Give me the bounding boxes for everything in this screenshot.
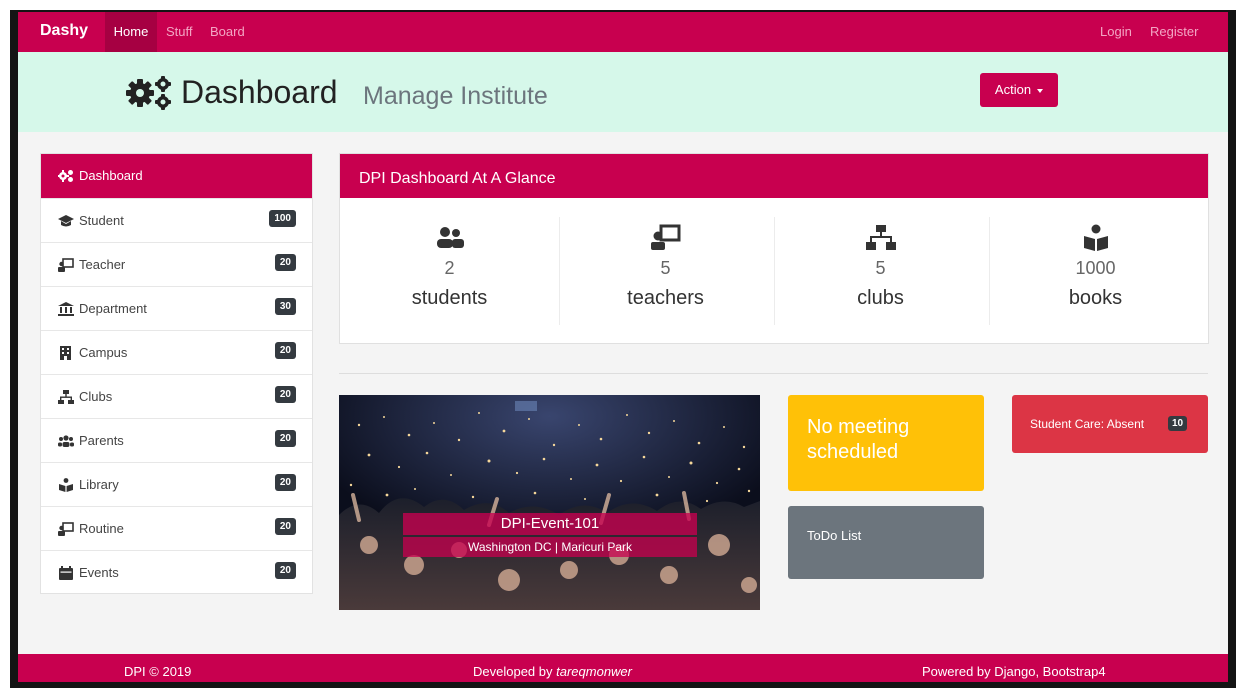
divider bbox=[339, 373, 1208, 374]
event-title: DPI-Event-101 bbox=[403, 513, 697, 535]
footer-developed: Developed by tareqmonwer bbox=[473, 664, 632, 679]
book-reader-icon bbox=[1083, 224, 1108, 251]
footer: DPI © 2019 Developed by tareqmonwer Powe… bbox=[18, 654, 1228, 682]
navbar: Dashy Home Stuff Board Login Register bbox=[18, 12, 1228, 52]
stat-label: books bbox=[1068, 287, 1123, 309]
user-friends-icon bbox=[436, 227, 464, 248]
sidebar-item-label: Campus bbox=[79, 345, 128, 360]
sidebar-item-clubs[interactable]: Clubs 20 bbox=[41, 374, 312, 419]
sidebar-item-dashboard[interactable]: Dashboard bbox=[41, 154, 312, 198]
absent-label: Student Care: Absent bbox=[1030, 417, 1145, 431]
caret-down-icon bbox=[1037, 88, 1044, 93]
sidebar-item-label: Student bbox=[79, 213, 124, 228]
stat-label: students bbox=[411, 287, 488, 309]
users-icon bbox=[58, 435, 74, 447]
sitemap-icon bbox=[58, 390, 74, 404]
sidebar-item-library[interactable]: Library 20 bbox=[41, 462, 312, 507]
action-label: Action bbox=[994, 82, 1032, 97]
chalkboard-teacher-icon bbox=[58, 522, 74, 536]
count-badge: 20 bbox=[274, 562, 296, 579]
cogs-icon bbox=[58, 170, 73, 182]
sidebar-item-label: Routine bbox=[79, 521, 124, 536]
count-badge: 20 bbox=[274, 518, 296, 535]
nav-stuff[interactable]: Stuff bbox=[166, 12, 193, 52]
university-icon bbox=[58, 302, 74, 316]
book-reader-icon bbox=[59, 478, 73, 492]
count-badge: 20 bbox=[274, 474, 296, 491]
count-badge: 20 bbox=[274, 342, 296, 359]
count-badge: 100 bbox=[269, 210, 296, 227]
sidebar-item-campus[interactable]: Campus 20 bbox=[41, 330, 312, 375]
sidebar: Dashboard Student 100 Teacher 20 Departm… bbox=[40, 153, 313, 594]
graduation-cap-icon bbox=[58, 215, 74, 227]
event-carousel[interactable]: DPI-Event-101 Washington DC | Maricuri P… bbox=[339, 395, 760, 610]
absent-card[interactable]: Student Care: Absent 10 bbox=[1012, 395, 1208, 453]
footer-copyright: DPI © 2019 bbox=[124, 664, 192, 679]
stat-value: 2 bbox=[444, 258, 455, 278]
count-badge: 20 bbox=[274, 386, 296, 403]
stat-clubs[interactable]: 5 clubs bbox=[773, 218, 988, 326]
glance-title: DPI Dashboard At A Glance bbox=[340, 154, 1208, 198]
page-header: Dashboard Manage Institute Action bbox=[18, 52, 1228, 132]
event-location: Washington DC | Maricuri Park bbox=[403, 537, 697, 557]
meeting-card[interactable]: No meeting scheduled bbox=[788, 395, 984, 491]
sidebar-item-teacher[interactable]: Teacher 20 bbox=[41, 242, 312, 287]
sitemap-icon bbox=[865, 225, 896, 250]
brand-logo[interactable]: Dashy bbox=[40, 22, 88, 40]
stat-books[interactable]: 1000 books bbox=[988, 218, 1203, 326]
sidebar-item-label: Parents bbox=[79, 433, 124, 448]
sidebar-item-parents[interactable]: Parents 20 bbox=[41, 418, 312, 463]
footer-powered: Powered by Django, Bootstrap4 bbox=[922, 664, 1106, 679]
stat-students[interactable]: 2 students bbox=[342, 218, 557, 326]
stat-value: 5 bbox=[660, 258, 671, 278]
nav-home[interactable]: Home bbox=[105, 12, 157, 52]
stat-label: clubs bbox=[857, 287, 904, 309]
chalkboard-teacher-icon bbox=[58, 258, 74, 272]
footer-developed-prefix: Developed by bbox=[473, 664, 553, 679]
glance-panel: DPI Dashboard At A Glance 2 students 5 t… bbox=[339, 153, 1209, 344]
sidebar-item-events[interactable]: Events 20 bbox=[41, 550, 312, 595]
sidebar-item-label: Teacher bbox=[79, 257, 126, 272]
nav-register[interactable]: Register bbox=[1150, 12, 1198, 52]
sidebar-item-label: Library bbox=[79, 477, 119, 492]
todo-card[interactable]: ToDo List bbox=[788, 506, 984, 579]
calendar-icon bbox=[59, 566, 73, 580]
nav-login[interactable]: Login bbox=[1100, 12, 1132, 52]
chalkboard-teacher-icon bbox=[650, 224, 680, 250]
todo-text: ToDo List bbox=[807, 528, 862, 543]
stat-teachers[interactable]: 5 teachers bbox=[558, 218, 773, 326]
sidebar-item-label: Department bbox=[79, 301, 147, 316]
page-title: Dashboard bbox=[181, 74, 338, 110]
sidebar-item-label: Events bbox=[79, 565, 119, 580]
window-frame: Dashy Home Stuff Board Login Register Da… bbox=[10, 10, 1236, 688]
stat-value: 1000 bbox=[1075, 258, 1116, 278]
stat-label: teachers bbox=[627, 287, 704, 309]
concert-crowd-image bbox=[339, 395, 760, 610]
nav-board[interactable]: Board bbox=[210, 12, 245, 52]
count-badge: 20 bbox=[274, 430, 296, 447]
footer-developer-link[interactable]: tareqmonwer bbox=[556, 664, 632, 679]
cogs-icon bbox=[126, 76, 171, 110]
action-dropdown-button[interactable]: Action bbox=[980, 73, 1058, 107]
building-icon bbox=[60, 346, 71, 360]
sidebar-item-routine[interactable]: Routine 20 bbox=[41, 506, 312, 551]
app: Dashy Home Stuff Board Login Register Da… bbox=[18, 12, 1228, 682]
sidebar-item-student[interactable]: Student 100 bbox=[41, 198, 312, 243]
sidebar-item-department[interactable]: Department 30 bbox=[41, 286, 312, 331]
sidebar-item-label: Dashboard bbox=[79, 168, 143, 183]
sidebar-item-label: Clubs bbox=[79, 389, 113, 404]
stat-value: 5 bbox=[875, 258, 886, 278]
count-badge: 30 bbox=[274, 298, 296, 315]
absent-badge: 10 bbox=[1168, 416, 1188, 431]
page-subtitle: Manage Institute bbox=[363, 82, 548, 110]
count-badge: 20 bbox=[274, 254, 296, 271]
meeting-text: No meeting scheduled bbox=[807, 416, 910, 463]
